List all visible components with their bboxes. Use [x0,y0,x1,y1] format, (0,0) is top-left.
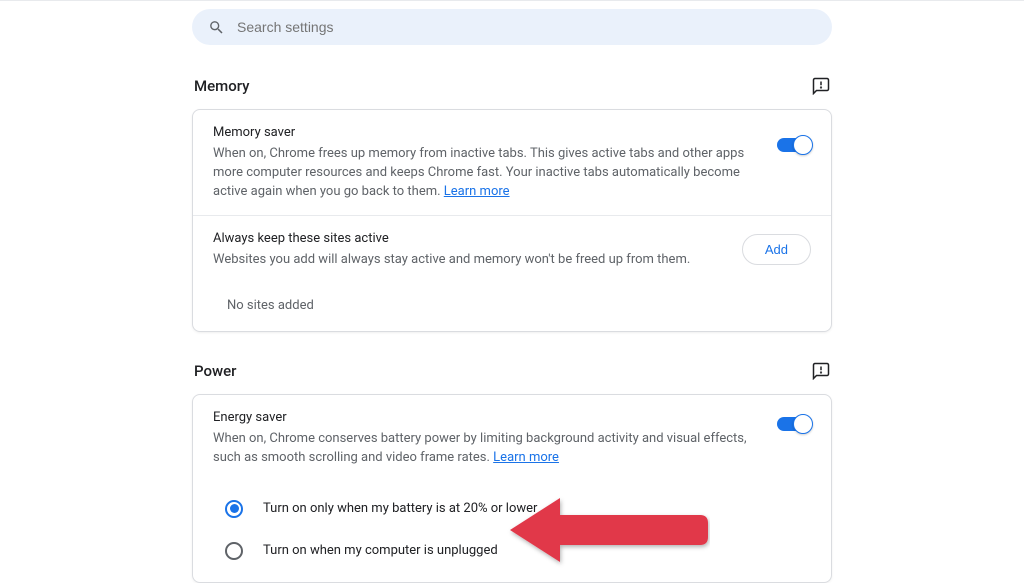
energy-learn-more-link[interactable]: Learn more [493,450,559,465]
memory-card: Memory saver When on, Chrome frees up me… [192,109,832,332]
feedback-icon[interactable] [812,77,830,95]
battery-20-label: Turn on only when my battery is at 20% o… [263,501,537,516]
memory-saver-title: Memory saver [213,124,757,143]
battery-20-radio[interactable] [225,500,243,518]
feedback-icon[interactable] [812,362,830,380]
search-icon [208,19,225,36]
unplugged-radio[interactable] [225,542,243,560]
add-site-button[interactable]: Add [742,234,811,265]
memory-learn-more-link[interactable]: Learn more [444,184,510,199]
power-card: Energy saver When on, Chrome conserves b… [192,394,832,583]
power-section-title: Power [194,362,236,380]
memory-section-title: Memory [194,77,250,95]
unplugged-label: Turn on when my computer is unplugged [263,543,498,558]
energy-saver-desc: When on, Chrome conserves battery power … [213,431,747,465]
energy-saver-title: Energy saver [213,409,757,428]
search-settings[interactable] [192,9,832,45]
search-input[interactable] [237,19,816,35]
always-active-desc: Websites you add will always stay active… [213,251,722,270]
no-sites-label: No sites added [193,284,831,331]
always-active-title: Always keep these sites active [213,230,722,249]
energy-saver-toggle[interactable] [777,417,811,431]
memory-saver-toggle[interactable] [777,138,811,152]
